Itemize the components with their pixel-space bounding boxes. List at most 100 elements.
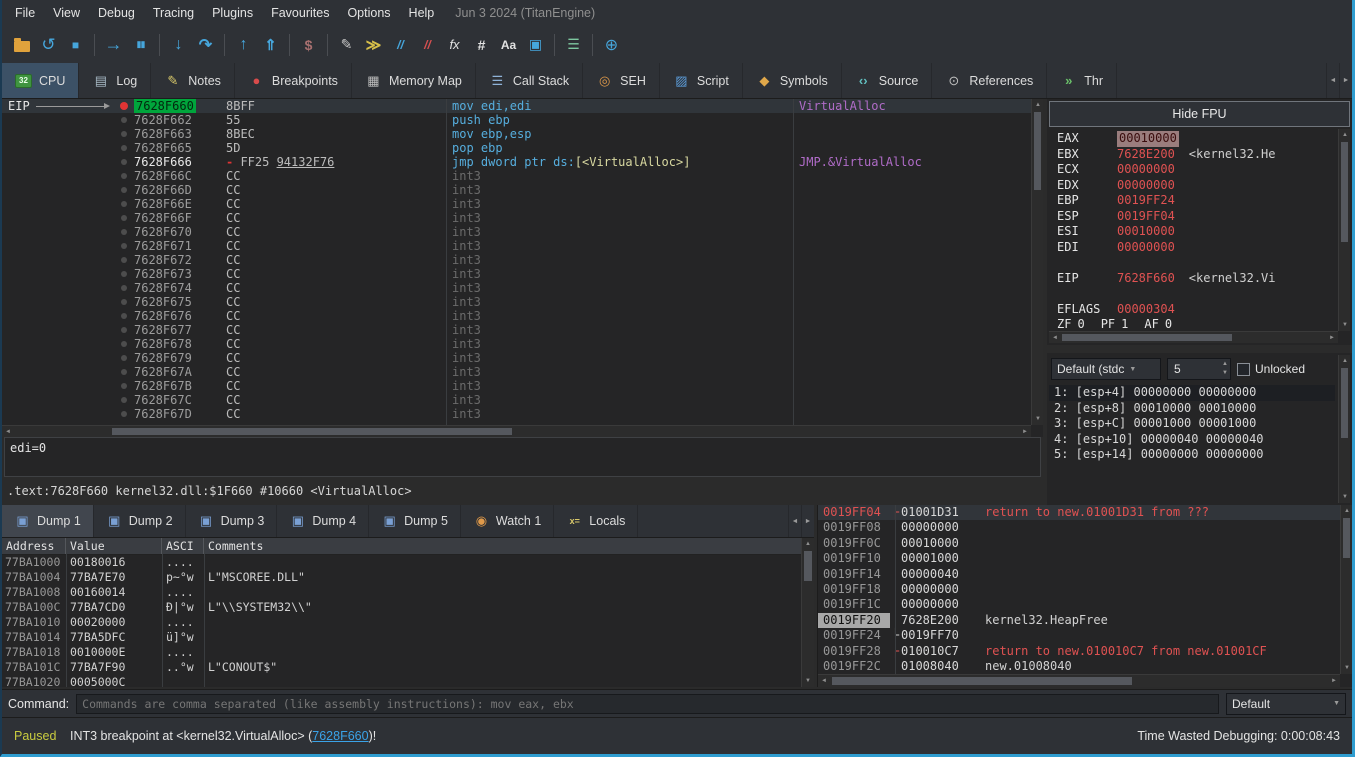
registers-horizontal-scrollbar[interactable]: ◄ ► xyxy=(1049,331,1338,343)
register-row-esi[interactable]: ESI00010000 xyxy=(1057,224,1338,240)
menu-help[interactable]: Help xyxy=(400,2,444,24)
register-row-ebp[interactable]: EBP0019FF24 xyxy=(1057,193,1338,209)
breakpoint-slot-dot[interactable] xyxy=(121,313,127,319)
breakpoint-slot-dot[interactable] xyxy=(121,159,127,165)
stack-row[interactable]: 0019FF28┌010010C7return to new.010010C7 … xyxy=(818,644,1340,659)
stepper-arrows-icon[interactable]: ▲▼ xyxy=(1222,360,1228,378)
breakpoint-slot-dot[interactable] xyxy=(121,299,127,305)
disasm-row[interactable]: 7628F670CCint3 xyxy=(2,225,1031,239)
disasm-row[interactable]: 7628F6638BECmov ebp,esp xyxy=(2,127,1031,141)
scroll-left-icon[interactable]: ◄ xyxy=(1049,332,1061,344)
stack-pane[interactable]: 0019FF04┌01001D31return to new.01001D31 … xyxy=(817,505,1352,687)
flags-row[interactable]: ZF0PF1AF0 xyxy=(1057,317,1338,331)
disasm-vertical-scrollbar[interactable]: ▲ ▼ xyxy=(1031,99,1043,425)
tab-call-stack[interactable]: ☰Call Stack xyxy=(476,63,583,98)
argument-row[interactable]: 2: [esp+8] 00010000 00010000 xyxy=(1049,401,1335,417)
disasm-row[interactable]: 7628F675CCint3 xyxy=(2,295,1031,309)
disasm-row[interactable]: 7628F6655Dpop ebp xyxy=(2,141,1031,155)
breakpoint-slot-dot[interactable] xyxy=(121,369,127,375)
breakpoint-slot-dot[interactable] xyxy=(121,257,127,263)
tab-breakpoints[interactable]: ●Breakpoints xyxy=(235,63,352,98)
dump-tab-scroll-right-button[interactable]: ► xyxy=(801,505,814,537)
stack-row[interactable]: 0019FF04┌01001D31return to new.01001D31 … xyxy=(818,505,1340,520)
breakpoint-slot-dot[interactable] xyxy=(121,145,127,151)
register-row-ecx[interactable]: ECX00000000 xyxy=(1057,162,1338,178)
expression-functions-button[interactable]: fx xyxy=(441,31,468,58)
breakpoint-slot-dot[interactable] xyxy=(121,243,127,249)
disasm-row[interactable]: 7628F676CCint3 xyxy=(2,309,1031,323)
menu-file[interactable]: File xyxy=(6,2,44,24)
tab-log[interactable]: ▤Log xyxy=(79,63,151,98)
unlocked-checkbox[interactable] xyxy=(1237,363,1250,376)
scrollbar-thumb[interactable] xyxy=(804,551,812,581)
disasm-row[interactable]: 7628F66CCCint3 xyxy=(2,169,1031,183)
disasm-row[interactable]: 7628F66ECCint3 xyxy=(2,197,1031,211)
tab-seh[interactable]: ◎SEH xyxy=(583,63,660,98)
stack-row[interactable]: 0019FF24└0019FF70 xyxy=(818,628,1340,643)
scroll-down-icon[interactable]: ▼ xyxy=(1341,662,1353,674)
disasm-row[interactable]: 7628F679CCint3 xyxy=(2,351,1031,365)
hide-fpu-button[interactable]: Hide FPU xyxy=(1049,101,1350,127)
tab-dump-1[interactable]: ▣Dump 1 xyxy=(2,505,94,537)
scrollbar-thumb[interactable] xyxy=(1034,112,1041,190)
disasm-row[interactable]: 7628F674CCint3 xyxy=(2,281,1031,295)
disasm-horizontal-scrollbar[interactable]: ◄ ► xyxy=(2,425,1031,437)
argument-count-stepper[interactable]: 5 ▲▼ xyxy=(1167,358,1231,380)
run-button[interactable]: → xyxy=(100,31,127,58)
tab-watch-1[interactable]: ◉Watch 1 xyxy=(461,505,554,537)
open-file-button[interactable] xyxy=(8,31,35,58)
breakpoint-slot-dot[interactable] xyxy=(121,201,127,207)
disasm-row[interactable]: 7628F67BCCint3 xyxy=(2,379,1031,393)
disasm-row[interactable]: 7628F66DCCint3 xyxy=(2,183,1031,197)
register-row-eip[interactable]: EIP7628F660<kernel32.Vi xyxy=(1057,271,1338,287)
trace-over-button[interactable]: // xyxy=(414,31,441,58)
font-button[interactable]: Aa xyxy=(495,31,522,58)
register-row-edx[interactable]: EDX00000000 xyxy=(1057,178,1338,194)
disassembly-pane[interactable]: 7628F6608BFFmov edi,ediVirtualAlloc7628F… xyxy=(2,99,1043,437)
dump-vertical-scrollbar[interactable]: ▲ ▼ xyxy=(801,538,814,687)
scrollbar-thumb[interactable] xyxy=(1343,518,1350,558)
disasm-row[interactable]: 7628F673CCint3 xyxy=(2,267,1031,281)
scrollbar-thumb[interactable] xyxy=(832,677,1132,685)
tab-scroll-right-button[interactable]: ► xyxy=(1339,63,1352,98)
dump-row[interactable]: 77BA101C77BA7F90..°wL"CONOUT$" xyxy=(2,660,801,675)
stack-row[interactable]: 0019FF1400000040 xyxy=(818,567,1340,582)
breakpoint-slot-dot[interactable] xyxy=(121,187,127,193)
breakpoint-slot-dot[interactable] xyxy=(121,355,127,361)
scroll-up-icon[interactable]: ▲ xyxy=(1339,355,1351,367)
dump-row[interactable]: 77BA10180010000E.... xyxy=(2,645,801,660)
step-into-button[interactable]: ↓ xyxy=(165,31,192,58)
menu-favourites[interactable]: Favourites xyxy=(262,2,338,24)
breakpoint-slot-dot[interactable] xyxy=(121,117,127,123)
menu-view[interactable]: View xyxy=(44,2,89,24)
disasm-row[interactable]: 7628F66FCCint3 xyxy=(2,211,1031,225)
scroll-right-icon[interactable]: ► xyxy=(1326,332,1338,344)
register-row-esp[interactable]: ESP0019FF04 xyxy=(1057,209,1338,225)
disasm-row[interactable]: 7628F67DCCint3 xyxy=(2,407,1031,421)
stack-row[interactable]: 0019FF0800000000 xyxy=(818,520,1340,535)
stack-row[interactable]: 0019FF1C00000000 xyxy=(818,597,1340,612)
tab-dump-4[interactable]: ▣Dump 4 xyxy=(277,505,369,537)
restart-button[interactable]: ↺ xyxy=(35,31,62,58)
tab-script[interactable]: ▨Script xyxy=(660,63,743,98)
command-input[interactable] xyxy=(76,694,1219,714)
disasm-row[interactable]: 7628F66255push ebp xyxy=(2,113,1031,127)
scroll-up-icon[interactable]: ▲ xyxy=(1339,129,1351,141)
argument-row[interactable]: 3: [esp+C] 00001000 00001000 xyxy=(1049,416,1335,432)
argument-row[interactable]: 1: [esp+4] 00000000 00000000 xyxy=(1049,385,1335,401)
breakpoint-slot-dot[interactable] xyxy=(121,327,127,333)
tab-notes[interactable]: ✎Notes xyxy=(151,63,235,98)
breakpoint-slot-dot[interactable] xyxy=(121,173,127,179)
patches-button[interactable]: ✎ xyxy=(333,31,360,58)
tab-dump-2[interactable]: ▣Dump 2 xyxy=(94,505,186,537)
dump-row[interactable]: 77BA100C77BA7CD0Đ|°wL"\\SYSTEM32\\" xyxy=(2,600,801,615)
disasm-row[interactable]: 7628F672CCint3 xyxy=(2,253,1031,267)
tab-locals[interactable]: x=Locals xyxy=(554,505,638,537)
menu-debug[interactable]: Debug xyxy=(89,2,144,24)
dump-row[interactable]: 77BA100477BA7E70p~°wL"MSCOREE.DLL" xyxy=(2,570,801,585)
disasm-row[interactable]: 7628F666- FF25 94132F76jmp dword ptr ds:… xyxy=(2,155,1031,169)
breakpoint-dot[interactable] xyxy=(120,102,128,110)
disasm-row[interactable]: 7628F67CCCint3 xyxy=(2,393,1031,407)
registers-vertical-scrollbar[interactable]: ▲ ▼ xyxy=(1338,129,1350,331)
argument-row[interactable]: 4: [esp+10] 00000040 00000040 xyxy=(1049,432,1335,448)
